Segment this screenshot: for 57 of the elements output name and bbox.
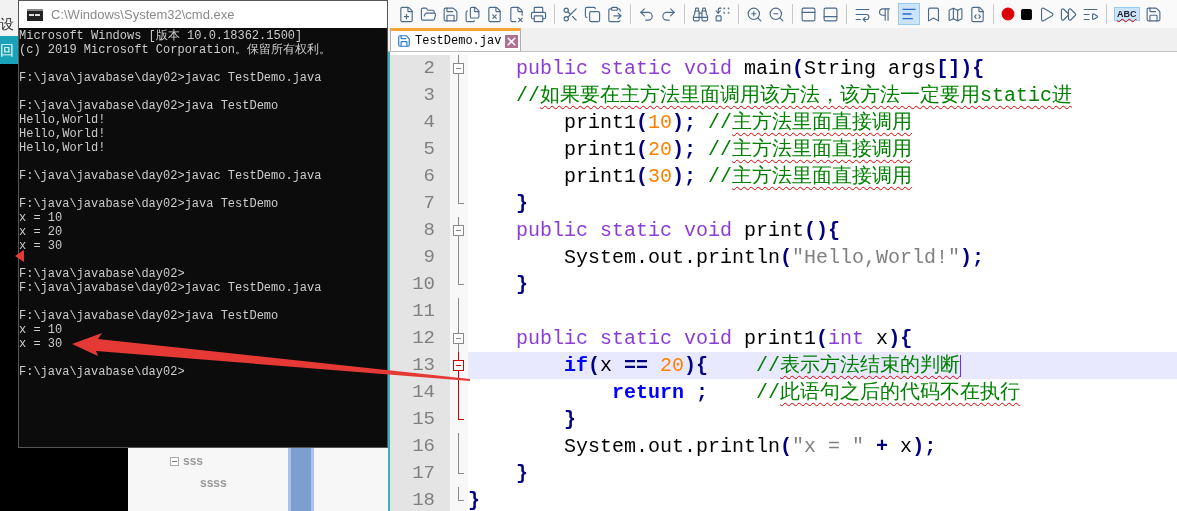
console-line: Hello,World! xyxy=(19,113,106,127)
side-label: 设 xyxy=(0,16,14,32)
code-line: } xyxy=(515,190,529,217)
code-line: } xyxy=(515,460,529,487)
line-number: 2 xyxy=(423,56,435,82)
line-number: 10 xyxy=(412,272,435,298)
spell-check-button[interactable]: ABC xyxy=(1114,7,1140,21)
console-line: Hello,World! xyxy=(19,127,106,141)
line-number: 4 xyxy=(423,110,435,136)
console-line: F:\java\javabase\day02>javac TestDemo.java xyxy=(19,169,322,183)
console-line: F:\java\javabase\day02>java TestDemo xyxy=(19,309,279,323)
code-line: } xyxy=(468,487,481,511)
console-line: x = 20 xyxy=(19,225,63,239)
file-tab[interactable]: TestDemo.jav xyxy=(390,28,522,51)
line-number: 17 xyxy=(412,461,435,487)
console-line: F:\java\javabase\day02> xyxy=(19,267,185,281)
tree-item[interactable]: sss xyxy=(183,452,204,470)
code-line: print1(20); //主方法里面直接调用 xyxy=(563,136,914,163)
code-line: System.out.println("Hello,World!"); xyxy=(563,244,986,271)
line-number: 5 xyxy=(423,137,435,163)
console-line: x = 30 xyxy=(19,239,63,253)
code-line: public static void main(String args[]){ xyxy=(515,55,986,82)
code-line: print1(30); //主方法里面直接调用 xyxy=(563,163,914,190)
code-line: print1(10); //主方法里面直接调用 xyxy=(563,109,914,136)
window-title: C:\Windows\System32\cmd.exe xyxy=(51,5,235,24)
line-number: 12 xyxy=(412,326,435,352)
console-line: Microsoft Windows [版本 10.0.18362.1500] xyxy=(19,29,303,43)
side-button[interactable]: 回 xyxy=(0,36,18,64)
code-line: } xyxy=(563,406,578,433)
line-number: 15 xyxy=(412,407,435,433)
line-number: 16 xyxy=(412,434,435,460)
line-number: 6 xyxy=(423,164,435,190)
console-line: Hello,World! xyxy=(19,141,106,155)
code-line: //如果要在主方法里面调用该方法，该方法一定要用static进 xyxy=(515,82,1074,109)
console-line: x = 30 xyxy=(19,337,63,351)
console-line: F:\java\javabase\day02>java TestDemo xyxy=(19,197,279,211)
console-line: F:\java\javabase\day02>java TestDemo xyxy=(19,99,279,113)
line-number: 8 xyxy=(423,218,435,244)
code-line: public static void print1(int x){ xyxy=(515,325,914,352)
code-line: } xyxy=(515,271,529,298)
console-line: F:\java\javabase\day02> xyxy=(19,365,185,379)
line-number: 3 xyxy=(423,83,435,109)
line-number: 14 xyxy=(412,380,435,406)
code-line: return ; //此语句之后的代码不在执行 xyxy=(611,379,1022,406)
console-line: x = 10 xyxy=(19,323,63,337)
tree-item[interactable]: ssss xyxy=(200,474,227,492)
line-number: 7 xyxy=(423,191,435,217)
console-line: x = 10 xyxy=(19,211,63,225)
code-line: public static void print(){ xyxy=(515,217,842,244)
console-line: (c) 2019 Microsoft Corporation。保留所有权利。 xyxy=(19,43,332,57)
code-line: System.out.println("x = " + x); xyxy=(563,433,938,460)
console-line: F:\java\javabase\day02>javac TestDemo.java xyxy=(19,281,322,295)
line-number: 11 xyxy=(412,299,435,325)
line-number: 18 xyxy=(412,488,435,511)
line-number: 13 xyxy=(412,353,435,379)
console-line: F:\java\javabase\day02>javac TestDemo.java xyxy=(19,71,322,85)
line-number: 9 xyxy=(423,245,435,271)
